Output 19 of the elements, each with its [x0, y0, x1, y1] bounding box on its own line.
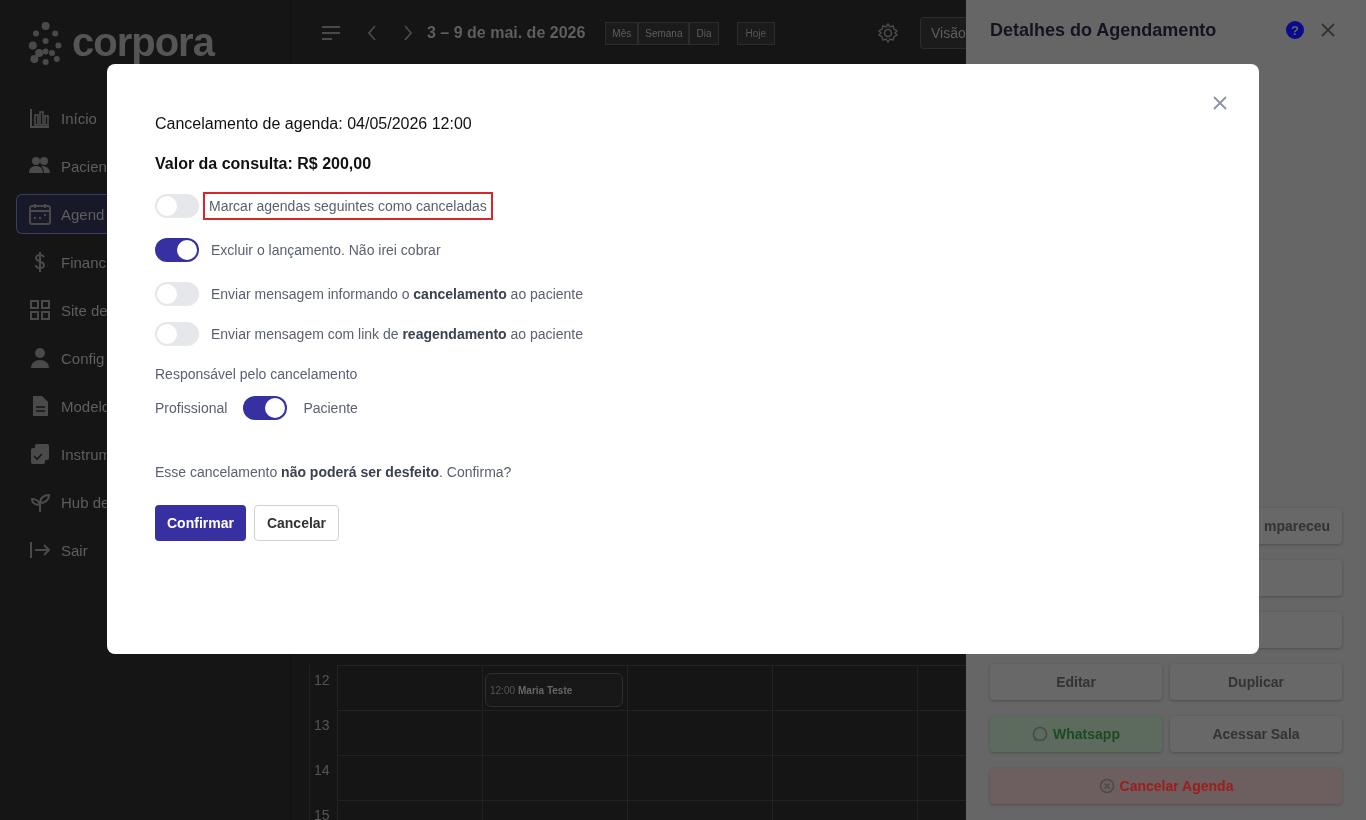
consultation-price: Valor da consulta: R$ 200,00	[155, 154, 373, 174]
event-title: Maria Teste	[518, 684, 573, 696]
option-label: Enviar mensagem com link de reagendamento ao paciente	[211, 326, 583, 342]
panel-title: Detalhes do Agendamento	[990, 19, 1218, 41]
dialog-title: Cancelamento de agenda: 04/05/2026 12:00	[155, 114, 473, 134]
option-label: Paciente	[303, 400, 358, 416]
hour-label: 14	[309, 755, 337, 800]
highlighted-option-label: Marcar agendas seguintes como canceladas	[203, 192, 493, 220]
hour-label: 12	[309, 665, 337, 710]
logo-text: corpora	[72, 22, 214, 62]
option-label: Enviar mensagem informando o cancelamento ao paciente	[211, 286, 583, 302]
option-label: Profissional	[155, 400, 228, 416]
warning-text: Esse cancelamento não poderá ser desfeito. Confirma?	[155, 464, 513, 480]
field-label: Responsável pelo cancelamento	[155, 366, 359, 382]
hour-label: 15	[309, 800, 337, 820]
event-time: 12:00	[490, 684, 516, 696]
option-label: Excluir o lançamento. Não irei cobrar	[211, 242, 441, 258]
date-range: 3 – 9 de mai. de 2026	[427, 24, 586, 42]
hour-label: 13	[309, 710, 337, 755]
